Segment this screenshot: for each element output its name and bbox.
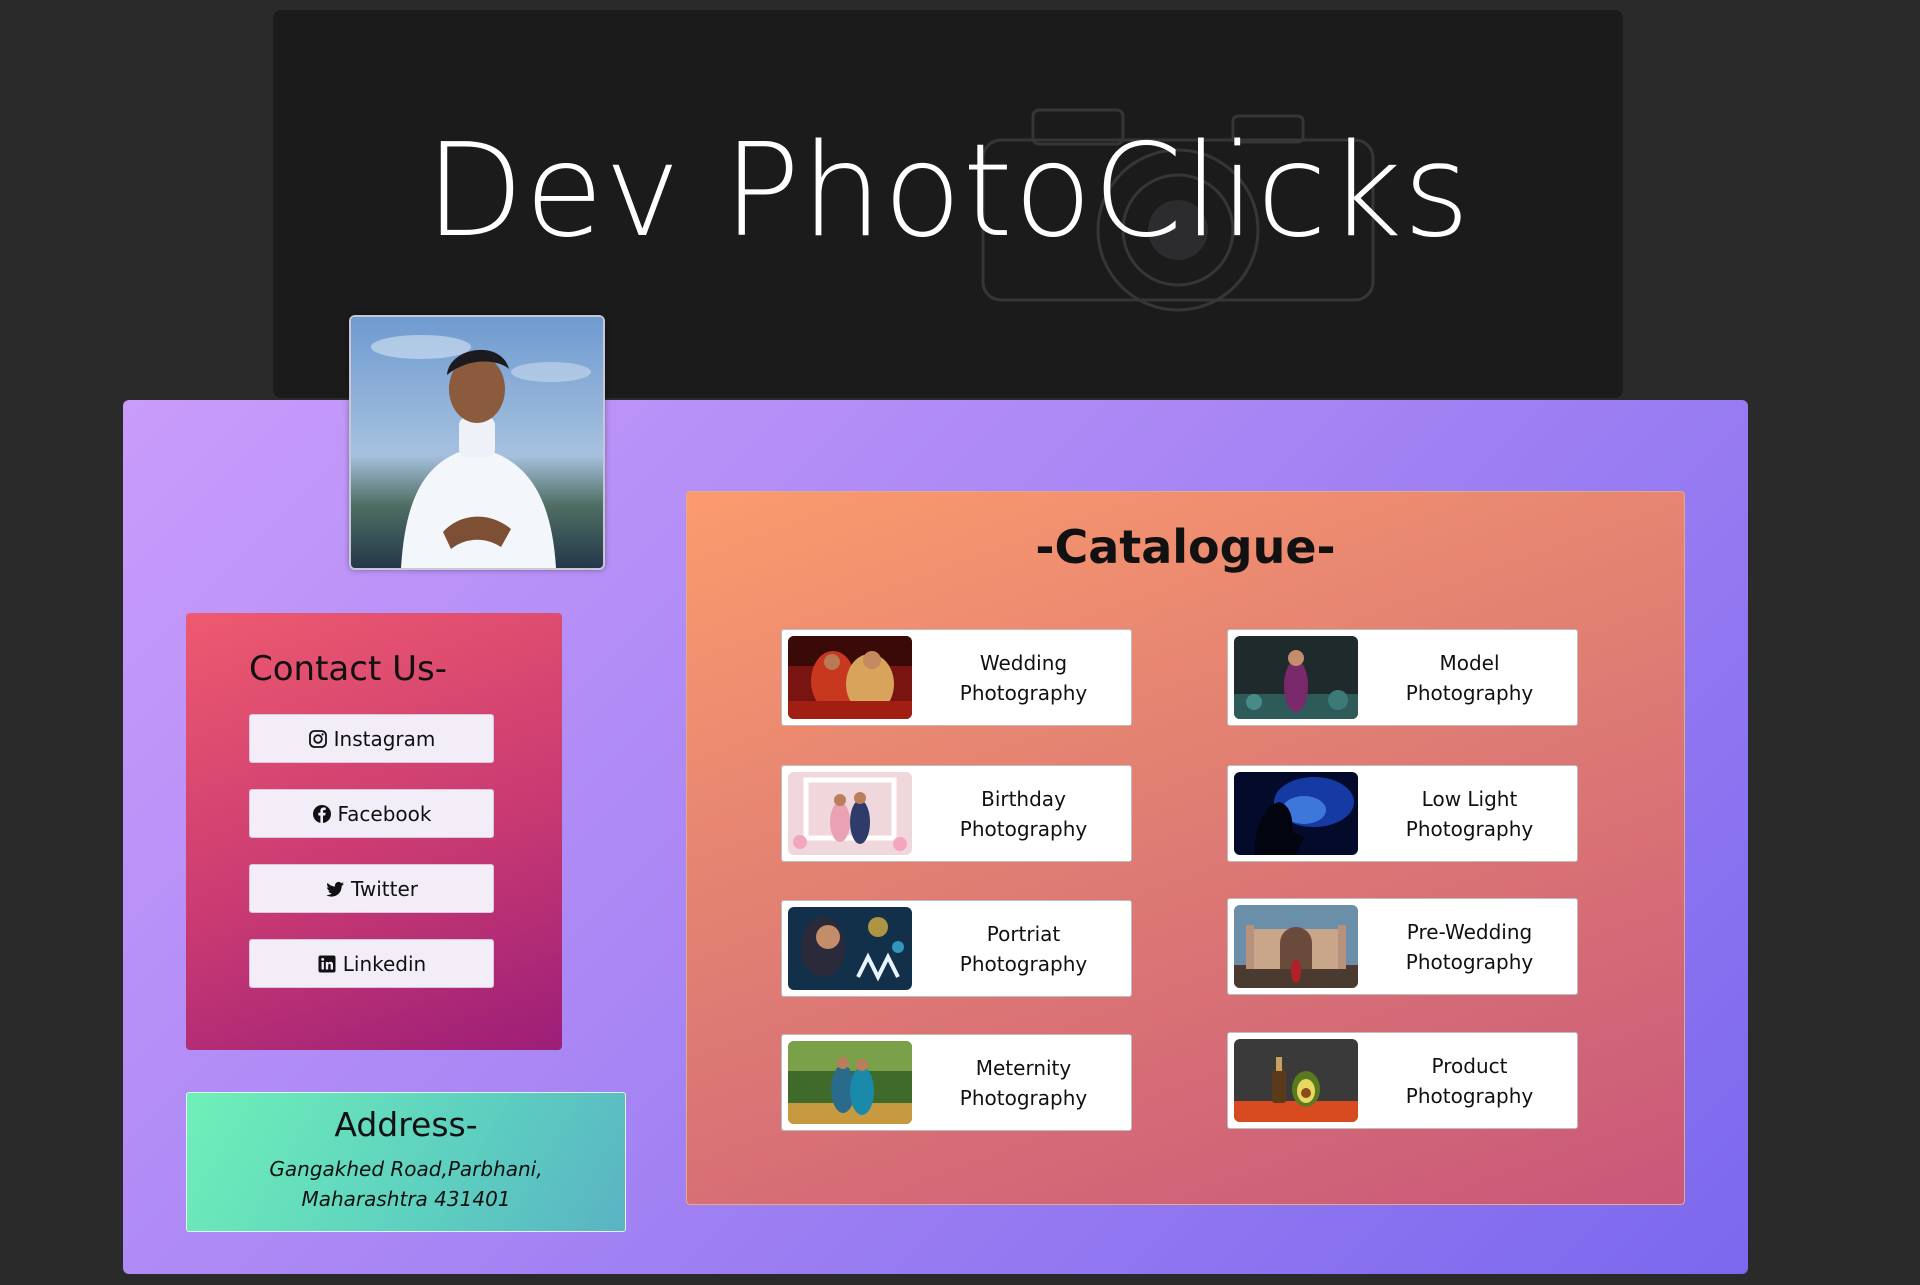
catalogue-item-line1: Pre-Wedding <box>1406 919 1533 944</box>
catalogue-item-label: Low Light Photography <box>1368 766 1571 861</box>
catalogue-item-label: Product Photography <box>1368 1033 1571 1128</box>
catalogue-panel: -Catalogue- Wedding Photography Model Phot… <box>686 491 1685 1205</box>
birthday-photo-thumbnail <box>788 772 912 855</box>
catalogue-item-line2: Photography <box>1405 949 1534 974</box>
catalogue-item-line1: Model <box>1439 650 1500 675</box>
catalogue-item-line1: Meternity <box>975 1055 1072 1080</box>
wedding-photo-thumbnail <box>788 636 912 719</box>
contact-card: Contact Us- Instagram Facebook Twitter L… <box>186 613 562 1050</box>
catalogue-item-line2: Photography <box>1405 680 1534 705</box>
catalogue-item-wedding[interactable]: Wedding Photography <box>781 629 1132 726</box>
catalogue-item-label: Meternity Photography <box>922 1035 1125 1130</box>
address-line-1: Gangakhed Road,Parbhani, <box>269 1157 543 1181</box>
catalogue-item-maternity[interactable]: Meternity Photography <box>781 1034 1132 1131</box>
maternity-photo-thumbnail <box>788 1041 912 1124</box>
linkedin-button[interactable]: Linkedin <box>249 939 494 988</box>
catalogue-item-line2: Photography <box>1405 816 1534 841</box>
model-photo-thumbnail <box>1234 636 1358 719</box>
portrait-photo-thumbnail <box>788 907 912 990</box>
catalogue-item-label: Portriat Photography <box>922 901 1125 996</box>
facebook-label: Facebook <box>337 801 432 826</box>
catalogue-item-line1: Wedding <box>979 650 1068 675</box>
catalogue-item-line2: Photography <box>1405 1083 1534 1108</box>
catalogue-item-label: Wedding Photography <box>922 630 1125 725</box>
low-light-photo-thumbnail <box>1234 772 1358 855</box>
address-card: Address- Gangakhed Road,Parbhani, Mahara… <box>186 1092 626 1232</box>
facebook-button[interactable]: Facebook <box>249 789 494 838</box>
catalogue-item-line1: Product <box>1431 1053 1508 1078</box>
catalogue-item-product[interactable]: Product Photography <box>1227 1032 1578 1129</box>
catalogue-item-line1: Low Light <box>1421 786 1518 811</box>
catalogue-title: -Catalogue- <box>1035 520 1336 574</box>
catalogue-item-line1: Portriat <box>986 921 1061 946</box>
catalogue-item-label: Birthday Photography <box>922 766 1125 861</box>
person-portrait-photo <box>351 317 603 568</box>
facebook-icon <box>312 804 331 823</box>
catalogue-item-line2: Photography <box>959 1085 1088 1110</box>
catalogue-item-low-light[interactable]: Low Light Photography <box>1227 765 1578 862</box>
site-title: Dev PhotoClicks <box>425 117 1471 266</box>
catalogue-item-pre-wedding[interactable]: Pre-Wedding Photography <box>1227 898 1578 995</box>
avatar <box>349 315 605 570</box>
instagram-icon <box>308 729 327 748</box>
catalogue-item-line2: Photography <box>959 816 1088 841</box>
catalogue-item-model[interactable]: Model Photography <box>1227 629 1578 726</box>
instagram-label: Instagram <box>333 726 436 751</box>
twitter-button[interactable]: Twitter <box>249 864 494 913</box>
catalogue-item-label: Model Photography <box>1368 630 1571 725</box>
contact-title: Contact Us- <box>249 649 447 689</box>
linkedin-label: Linkedin <box>342 951 427 976</box>
linkedin-icon <box>318 955 336 972</box>
catalogue-item-birthday[interactable]: Birthday Photography <box>781 765 1132 862</box>
instagram-button[interactable]: Instagram <box>249 714 494 763</box>
catalogue-item-line2: Photography <box>959 680 1088 705</box>
catalogue-item-portrait[interactable]: Portriat Photography <box>781 900 1132 997</box>
address-title: Address- <box>334 1105 478 1144</box>
product-photo-thumbnail <box>1234 1039 1358 1122</box>
address-line-2: Maharashtra 431401 <box>301 1187 511 1211</box>
twitter-label: Twitter <box>350 876 419 901</box>
catalogue-item-line2: Photography <box>959 951 1088 976</box>
twitter-icon <box>325 881 344 897</box>
pre-wedding-photo-thumbnail <box>1234 905 1358 988</box>
catalogue-item-line1: Birthday <box>981 786 1066 811</box>
catalogue-item-label: Pre-Wedding Photography <box>1368 899 1571 994</box>
